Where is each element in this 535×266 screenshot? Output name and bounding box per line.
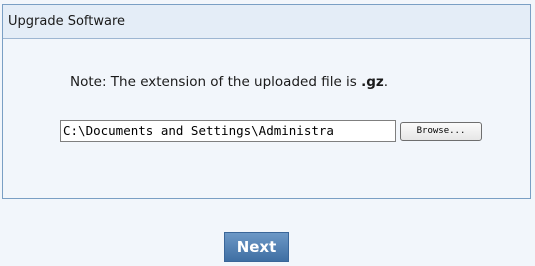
- note-prefix: Note: The extension of the uploaded file…: [70, 74, 362, 90]
- upload-note: Note: The extension of the uploaded file…: [70, 74, 388, 90]
- panel-body: Note: The extension of the uploaded file…: [3, 39, 530, 198]
- upgrade-software-panel: Upgrade Software Note: The extension of …: [2, 4, 531, 199]
- note-extension: .gz: [361, 74, 384, 90]
- next-button[interactable]: Next: [224, 232, 289, 262]
- file-path-input[interactable]: C:\Documents and Settings\Administra: [60, 120, 396, 142]
- note-suffix: .: [383, 74, 389, 90]
- browse-button[interactable]: Browse...: [400, 122, 482, 141]
- panel-title: Upgrade Software: [3, 5, 530, 39]
